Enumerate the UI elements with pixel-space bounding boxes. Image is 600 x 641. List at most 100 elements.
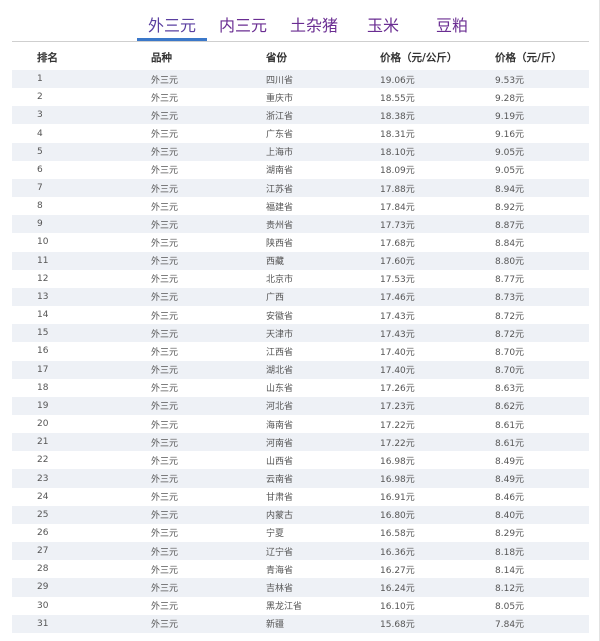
price-table: 排名 品种 省份 价格（元/公斤） 价格（元/斤） 1 外三元 四川省 19.06元 9… [12,44,589,633]
cell-variety: 外三元 [151,384,179,395]
cell-rank: 30 [37,600,49,611]
cell-price-per-kg: 17.40元 [380,366,415,377]
table-row: 12 外三元 北京市 17.53元 8.77元 [12,270,589,288]
header-variety: 品种 [151,51,172,64]
cell-price-per-jin: 8.72元 [495,311,525,322]
cell-rank: 5 [37,146,43,157]
cell-price-per-kg: 17.40元 [380,347,415,358]
cell-province: 广东省 [266,130,294,141]
cell-variety: 外三元 [151,547,179,558]
cell-province: 江苏省 [266,184,294,195]
cell-price-per-kg: 16.58元 [380,529,415,540]
cell-price-per-jin: 8.62元 [495,402,525,413]
cell-variety: 外三元 [151,565,179,576]
cell-rank: 22 [37,455,49,466]
cell-province: 辽宁省 [266,547,294,558]
table-row: 17 外三元 湖北省 17.40元 8.70元 [12,360,589,379]
table-row: 28 外三元 青海省 16.27元 8.14元 [12,560,589,578]
cell-price-per-jin: 9.05元 [495,148,525,159]
cell-price-per-jin: 8.77元 [495,275,525,286]
cell-price-per-jin: 8.49元 [495,475,525,486]
cell-variety: 外三元 [151,583,179,594]
cell-rank: 3 [37,110,43,121]
cell-province: 甘肃省 [266,493,294,504]
cell-price-per-kg: 17.60元 [380,257,415,268]
tab-wai-san-yuan[interactable]: 外三元 [148,13,196,39]
cell-variety: 外三元 [151,620,179,631]
table-row: 11 外三元 西藏 17.60元 8.80元 [12,251,589,270]
cell-rank: 26 [37,527,49,538]
tab-dou-po[interactable]: 豆粕 [436,13,468,39]
cell-price-per-jin: 8.18元 [495,547,525,558]
cell-price-per-jin: 9.19元 [495,111,525,122]
cell-rank: 29 [37,582,49,593]
header-price-per-jin: 价格（元/斤） [495,51,562,64]
cell-province: 黑龙江省 [266,602,303,613]
cell-province: 海南省 [266,420,294,431]
cell-price-per-jin: 8.61元 [495,438,525,449]
cell-rank: 4 [37,128,43,139]
table-row: 2 外三元 重庆市 18.55元 9.28元 [12,88,589,106]
cell-price-per-kg: 15.68元 [380,620,415,631]
price-ranking-panel: 外三元 内三元 土杂猪 玉米 豆粕 排名 品种 省份 价格（元/公斤） 价格（元… [0,0,600,641]
cell-province: 河南省 [266,438,294,449]
cell-province: 广西 [266,293,285,304]
cell-province: 天津市 [266,329,294,340]
table-row: 26 外三元 宁夏 16.58元 8.29元 [12,524,589,542]
cell-variety: 外三元 [151,329,179,340]
cell-price-per-jin: 8.05元 [495,602,525,613]
cell-price-per-kg: 17.26元 [380,384,415,395]
cell-price-per-jin: 9.16元 [495,130,525,141]
cell-price-per-kg: 16.91元 [380,493,415,504]
cell-price-per-jin: 8.92元 [495,202,525,213]
cell-province: 山东省 [266,384,294,395]
table-row: 27 外三元 辽宁省 16.36元 8.18元 [12,542,589,561]
cell-price-per-jin: 8.40元 [495,511,525,522]
cell-province: 陕西省 [266,238,294,249]
cell-rank: 2 [37,92,43,103]
cell-province: 青海省 [266,565,294,576]
cell-variety: 外三元 [151,130,179,141]
table-row: 8 外三元 福建省 17.84元 8.92元 [12,197,589,215]
cell-rank: 11 [37,255,49,266]
cell-rank: 14 [37,310,49,321]
cell-rank: 23 [37,473,49,484]
category-tabs: 外三元 内三元 土杂猪 玉米 豆粕 [0,0,600,42]
cell-price-per-kg: 16.24元 [380,583,415,594]
cell-variety: 外三元 [151,293,179,304]
cell-variety: 外三元 [151,493,179,504]
table-row: 13 外三元 广西 17.46元 8.73元 [12,287,589,307]
table-row: 14 外三元 安徽省 17.43元 8.72元 [12,306,589,324]
table-row: 22 外三元 山西省 16.98元 8.49元 [12,451,589,469]
cell-rank: 15 [37,328,49,339]
tab-tu-za-zhu[interactable]: 土杂猪 [290,13,338,39]
cell-price-per-kg: 17.73元 [380,220,415,231]
table-row: 21 外三元 河南省 17.22元 8.61元 [12,433,589,452]
cell-province: 江西省 [266,347,294,358]
cell-price-per-kg: 16.80元 [380,511,415,522]
table-row: 30 外三元 黑龙江省 16.10元 8.05元 [12,597,589,615]
table-row: 29 外三元 吉林省 16.24元 8.12元 [12,578,589,597]
cell-rank: 25 [37,509,49,520]
cell-price-per-kg: 17.46元 [380,293,415,304]
cell-province: 云南省 [266,475,294,486]
table-row: 9 外三元 贵州省 17.73元 8.87元 [12,215,589,234]
cell-variety: 外三元 [151,438,179,449]
cell-province: 湖北省 [266,366,294,377]
cell-variety: 外三元 [151,111,179,122]
cell-price-per-kg: 17.84元 [380,202,415,213]
cell-rank: 1 [37,74,43,85]
table-row: 20 外三元 海南省 17.22元 8.61元 [12,415,589,433]
tab-nei-san-yuan[interactable]: 内三元 [219,13,267,39]
cell-variety: 外三元 [151,220,179,231]
cell-province: 北京市 [266,275,294,286]
cell-price-per-kg: 16.27元 [380,565,415,576]
cell-price-per-jin: 8.72元 [495,329,525,340]
tab-yu-mi[interactable]: 玉米 [367,13,399,39]
cell-variety: 外三元 [151,75,179,86]
cell-variety: 外三元 [151,238,179,249]
table-row: 18 外三元 山东省 17.26元 8.63元 [12,379,589,397]
cell-variety: 外三元 [151,366,179,377]
cell-price-per-jin: 8.94元 [495,184,525,195]
cell-variety: 外三元 [151,257,179,268]
